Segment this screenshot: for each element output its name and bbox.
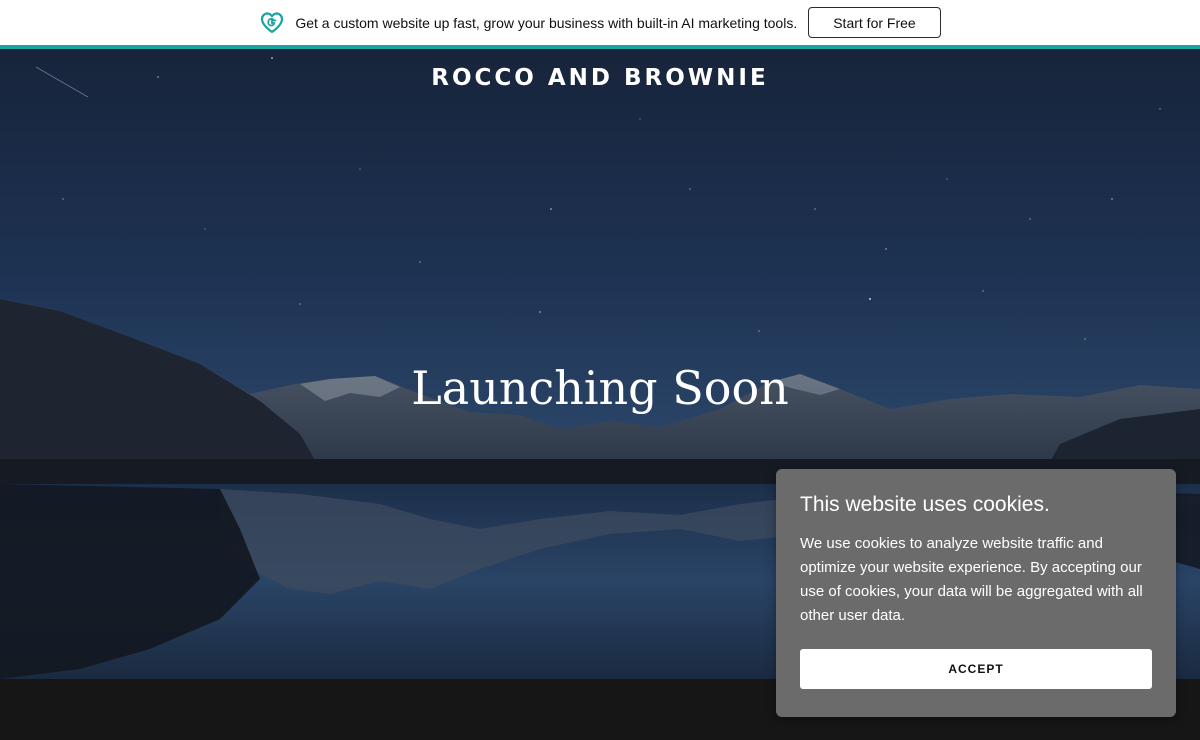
accept-cookies-button[interactable]: ACCEPT [800, 649, 1152, 689]
page: Get a custom website up fast, grow your … [0, 0, 1200, 740]
cookie-consent-dialog: This website uses cookies. We use cookie… [776, 469, 1176, 717]
promo-message: Get a custom website up fast, grow your … [295, 14, 798, 31]
godaddy-logo-icon [259, 10, 285, 36]
brand-name: ROCCO AND BROWNIE [431, 65, 769, 91]
cookie-title: This website uses cookies. [800, 493, 1050, 516]
cookie-description: We use cookies to analyze website traffi… [800, 535, 1143, 624]
start-for-free-button[interactable]: Start for Free [808, 7, 941, 38]
hero-headline: Launching Soon [411, 361, 789, 415]
promo-banner: Get a custom website up fast, grow your … [0, 0, 1200, 45]
